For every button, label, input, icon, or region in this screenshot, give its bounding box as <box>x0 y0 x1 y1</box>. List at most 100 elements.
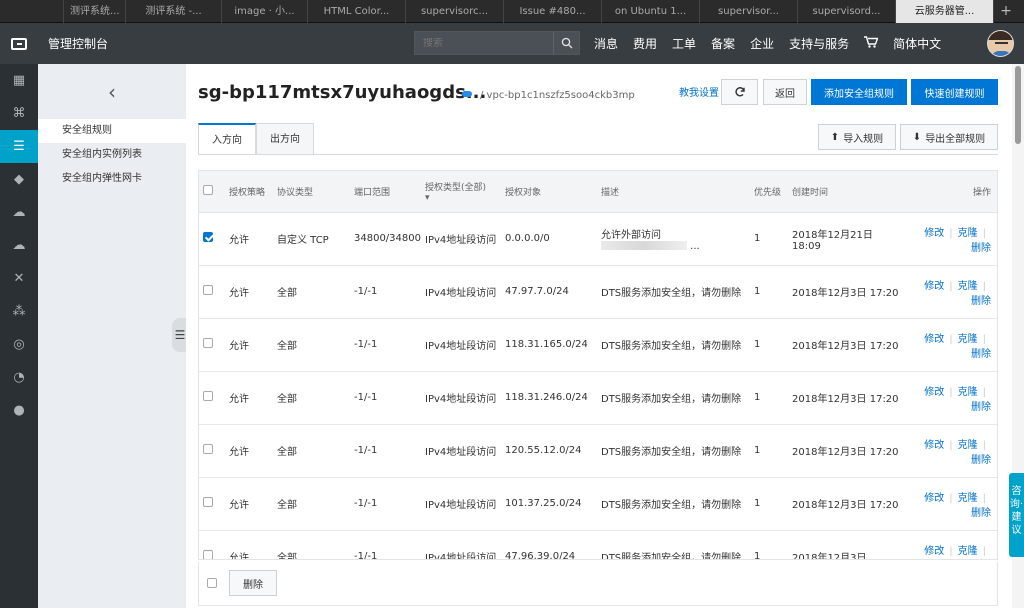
clone-rule-link[interactable]: 克隆 <box>958 334 978 345</box>
refresh-button[interactable] <box>721 79 758 105</box>
aliyun-logo-icon[interactable] <box>0 23 38 64</box>
browser-tab[interactable]: 测评系统... <box>64 0 126 23</box>
rule-priority: 1 <box>750 371 788 425</box>
browser-tab[interactable]: on Ubuntu 1... <box>602 0 700 23</box>
new-tab-button[interactable]: + <box>994 0 1018 22</box>
upload-icon: ⬆ <box>830 131 840 143</box>
browser-tab[interactable]: image · 小... <box>222 0 308 23</box>
table-footer: 删除 <box>198 562 998 606</box>
nav-link-billing[interactable]: 费用 <box>633 35 657 52</box>
network-icon[interactable]: ✕ <box>0 262 38 295</box>
tab-outbound[interactable]: 出方向 <box>256 123 314 155</box>
browser-tab[interactable]: Issue #480... <box>504 0 602 23</box>
rule-description-cell: 允许外部访问 ... <box>597 212 750 266</box>
browser-tab[interactable]: supervisord... <box>798 0 896 23</box>
browser-tab[interactable] <box>0 0 64 23</box>
delete-rule-link[interactable]: 删除 <box>971 296 991 307</box>
column-header: 授权对象 <box>501 171 597 213</box>
rule-description: DTS服务添加安全组，请勿删除 <box>601 447 742 458</box>
column-header: 描述 <box>597 171 750 213</box>
edit-rule-link[interactable]: 修改 <box>924 228 944 239</box>
clone-rule-link[interactable]: 克隆 <box>958 493 978 504</box>
nav-link-enterprise[interactable]: 企业 <box>750 35 774 52</box>
add-rule-button[interactable]: 添加安全组规则 <box>811 79 907 105</box>
nav-link-icp[interactable]: 备案 <box>711 35 735 52</box>
console-title[interactable]: 管理控制台 <box>48 35 108 52</box>
row-checkbox[interactable] <box>203 391 213 401</box>
chip-icon[interactable]: ⌘ <box>0 97 38 130</box>
rule-target: 118.31.246.0/24 <box>501 371 597 425</box>
browser-tab[interactable]: 测评系统 -... <box>126 0 222 23</box>
chevron-left-icon[interactable]: ‹ <box>38 64 186 119</box>
delete-rule-link[interactable]: 删除 <box>971 508 991 519</box>
rule-protocol: 全部 <box>273 371 350 425</box>
clone-rule-link[interactable]: 克隆 <box>958 387 978 398</box>
row-checkbox[interactable] <box>203 550 213 559</box>
cloud-icon[interactable]: ☁ <box>0 196 38 229</box>
scrollbar-thumb[interactable] <box>1015 66 1021 144</box>
browser-tab-active[interactable]: 云服务器管... <box>896 0 994 23</box>
back-button[interactable]: 返回 <box>763 79 807 105</box>
grid-icon[interactable]: ▦ <box>0 64 38 97</box>
export-rules-button[interactable]: ⬇ 导出全部规则 <box>900 124 998 150</box>
nav-link-support[interactable]: 支持与服务 <box>789 35 849 52</box>
search-input[interactable] <box>415 37 553 49</box>
import-rules-button[interactable]: ⬆ 导入规则 <box>818 124 896 150</box>
consult-feedback-button[interactable]: 咨询·建议 <box>1009 473 1024 557</box>
refresh-service-icon[interactable]: ◔ <box>0 361 38 394</box>
row-checkbox[interactable] <box>203 497 213 507</box>
clone-rule-link[interactable]: 克隆 <box>958 546 978 557</box>
delete-rule-link[interactable]: 删除 <box>971 455 991 466</box>
search-icon[interactable] <box>553 32 579 54</box>
clone-rule-link[interactable]: 克隆 <box>958 440 978 451</box>
shield-icon[interactable]: ◆ <box>0 163 38 196</box>
nav-link-tickets[interactable]: 工单 <box>672 35 696 52</box>
cloud-upload-icon[interactable]: ☁ <box>0 229 38 262</box>
rule-protocol: 全部 <box>273 265 350 319</box>
bulk-delete-button[interactable]: 删除 <box>229 570 277 596</box>
edit-rule-link[interactable]: 修改 <box>924 387 944 398</box>
subnav-item-instances[interactable]: 安全组内实例列表 <box>38 143 186 167</box>
cluster-icon[interactable]: ⁂ <box>0 295 38 328</box>
browser-tab[interactable]: supervisor... <box>700 0 798 23</box>
row-checkbox[interactable] <box>203 285 213 295</box>
edit-rule-link[interactable]: 修改 <box>924 546 944 557</box>
edit-rule-link[interactable]: 修改 <box>924 334 944 345</box>
edit-rule-link[interactable]: 修改 <box>924 493 944 504</box>
row-checkbox[interactable] <box>203 444 213 454</box>
delete-rule-link[interactable]: 删除 <box>971 349 991 360</box>
rule-auth-type: IPv4地址段访问 <box>421 424 501 478</box>
clone-rule-link[interactable]: 克隆 <box>958 281 978 292</box>
column-header: 优先级 <box>750 171 788 213</box>
edit-rule-link[interactable]: 修改 <box>924 440 944 451</box>
row-checkbox[interactable] <box>203 232 213 242</box>
circle-icon[interactable]: ● <box>0 394 38 427</box>
ecs-server-icon[interactable]: ☰ <box>0 130 38 163</box>
table-row: 允许 全部 -1/-1 IPv4地址段访问 118.31.246.0/24 DT… <box>199 371 997 425</box>
browser-tab[interactable]: supervisorc... <box>406 0 504 23</box>
nav-link-messages[interactable]: 消息 <box>594 35 618 52</box>
delete-rule-link[interactable]: 删除 <box>971 402 991 413</box>
help-link[interactable]: 教我设置 <box>679 84 719 99</box>
quick-create-button[interactable]: 快速创建规则 <box>911 79 998 105</box>
footer-select-all-checkbox[interactable] <box>207 578 217 588</box>
delete-rule-link[interactable]: 删除 <box>971 243 991 254</box>
browser-tab[interactable]: HTML Color... <box>308 0 406 23</box>
subnav-item-rules[interactable]: 安全组规则 <box>38 119 186 143</box>
select-all-checkbox[interactable] <box>203 184 213 195</box>
rule-policy: 允许 <box>225 371 273 425</box>
column-header-filter[interactable]: 授权类型(全部) ▾ <box>421 171 501 213</box>
edit-rule-link[interactable]: 修改 <box>924 281 944 292</box>
rule-port-range: 34800/34800 <box>350 212 421 266</box>
globe-icon[interactable]: ◎ <box>0 328 38 361</box>
rule-target: 120.55.12.0/24 <box>501 424 597 478</box>
clone-rule-link[interactable]: 克隆 <box>958 228 978 239</box>
cart-icon[interactable] <box>864 36 879 51</box>
row-checkbox[interactable] <box>203 338 213 348</box>
vpc-breadcrumb[interactable]: / vpc-bp1c1nszfz5soo4ckb3mp <box>480 90 635 101</box>
language-switcher[interactable]: 简体中文 <box>893 35 941 52</box>
tab-inbound[interactable]: 入方向 <box>198 123 256 155</box>
table-row: 允许 全部 -1/-1 IPv4地址段访问 120.55.12.0/24 DTS… <box>199 424 997 478</box>
subnav-item-eni[interactable]: 安全组内弹性网卡 <box>38 167 186 191</box>
avatar[interactable] <box>987 30 1014 57</box>
